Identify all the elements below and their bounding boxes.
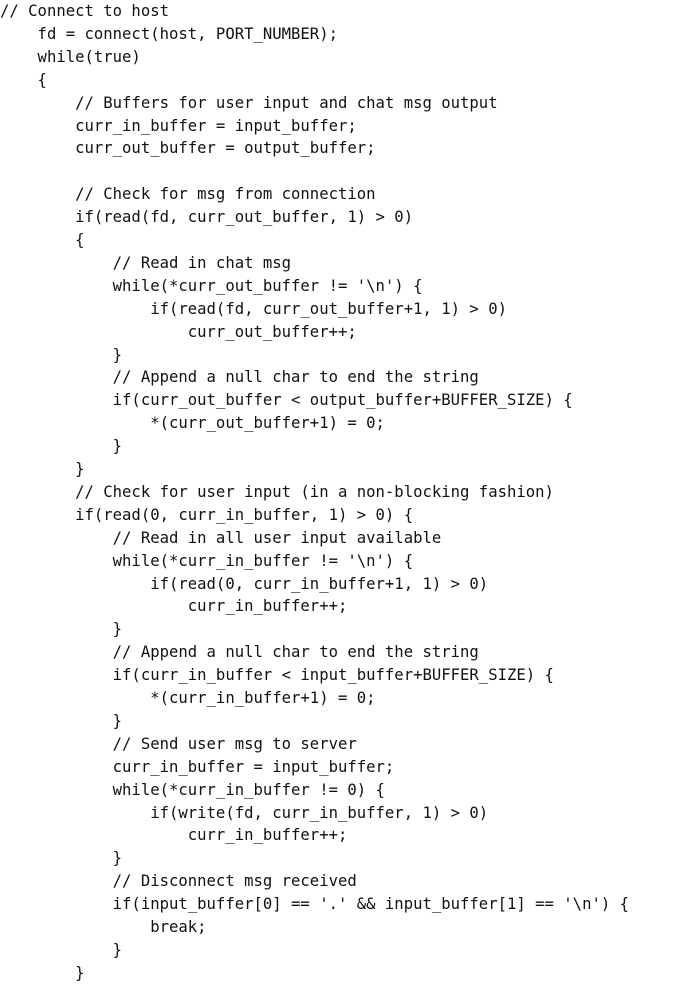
code-line: // Append a null char to end the string (0, 368, 479, 387)
code-line: *(curr_in_buffer+1) = 0; (0, 689, 376, 707)
code-line: while(*curr_in_buffer != '\n') { (0, 551, 414, 570)
code-line: curr_in_buffer = input_buffer; (0, 757, 395, 776)
code-line: while(*curr_in_buffer != 0) { (0, 780, 385, 799)
code-line: fd = connect(host, PORT_NUMBER); (0, 24, 338, 43)
code-line: } (0, 711, 123, 730)
code-line: // Send user msg to server (0, 734, 357, 753)
code-line: if(input_buffer[0] == '.' && input_buffe… (0, 895, 630, 914)
code-line: } (0, 437, 123, 456)
code-line: while(true) (0, 47, 141, 66)
code-line: // Append a null char to end the string (0, 643, 479, 662)
code-line: // Disconnect msg received (0, 872, 357, 891)
code-listing: // Connect to host fd = connect(host, PO… (0, 0, 697, 988)
code-line: // Connect to host (0, 2, 169, 20)
code-line: { (0, 70, 47, 89)
code-line: curr_out_buffer++; (0, 322, 357, 341)
code-line: if(read(0, curr_in_buffer, 1) > 0) { (0, 505, 414, 524)
code-line: if(read(fd, curr_out_buffer, 1) > 0) (0, 208, 414, 227)
code-line: // Check for user input (in a non-blocki… (0, 482, 554, 501)
code-line: // Read in all user input available (0, 528, 442, 547)
code-line: // Read in chat msg (0, 253, 292, 272)
code-line: } (0, 963, 85, 982)
code-line: // Check for msg from connection (0, 185, 376, 204)
code-line: curr_in_buffer = input_buffer; (0, 116, 357, 135)
code-line: if(read(fd, curr_out_buffer+1, 1) > 0) (0, 299, 507, 318)
code-line: } (0, 620, 123, 639)
code-line: if(read(0, curr_in_buffer+1, 1) > 0) (0, 574, 489, 593)
code-line: if(curr_out_buffer < output_buffer+BUFFE… (0, 391, 573, 410)
code-line: // Buffers for user input and chat msg o… (0, 93, 498, 112)
code-line: curr_in_buffer++; (0, 597, 348, 616)
code-line: while(*curr_out_buffer != '\n') { (0, 276, 423, 295)
code-line: if(write(fd, curr_in_buffer, 1) > 0) (0, 803, 489, 822)
code-line: curr_out_buffer = output_buffer; (0, 139, 376, 158)
code-line: *(curr_out_buffer+1) = 0; (0, 414, 385, 433)
code-line: { (0, 231, 85, 249)
code-line: curr_in_buffer++; (0, 826, 348, 845)
code-line: } (0, 460, 85, 478)
code-line: } (0, 940, 123, 959)
code-line: } (0, 345, 123, 364)
code-line: if(curr_in_buffer < input_buffer+BUFFER_… (0, 666, 554, 685)
code-line: } (0, 849, 123, 868)
code-line: break; (0, 918, 207, 936)
